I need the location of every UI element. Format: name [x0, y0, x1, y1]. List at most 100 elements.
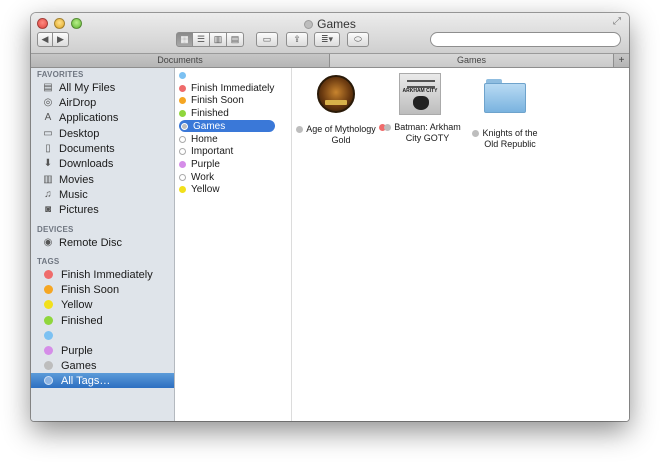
list-view-button[interactable]: ☰	[193, 32, 210, 47]
coverflow-view-button[interactable]: ▤	[227, 32, 244, 47]
sidebar-item-pictures[interactable]: ◙ Pictures	[31, 202, 174, 217]
tag-dot-icon	[181, 122, 188, 130]
file-name: Age of Mythology Gold	[294, 124, 378, 146]
sidebar-item-movies[interactable]: ▥ Movies	[31, 172, 174, 187]
icon-text: ARKHAM CITY	[402, 88, 438, 94]
sidebar-item-label: AirDrop	[59, 96, 97, 109]
column-item-label: Yellow	[191, 183, 220, 195]
column-item-finish-soon[interactable]: Finish Soon	[179, 94, 244, 106]
sidebar-item-label: Finish Immediately	[61, 268, 153, 281]
sidebar-item-label: Games	[61, 359, 97, 372]
column-item-finish-immediately[interactable]: Finish Immediately	[179, 82, 274, 94]
share-icon: ⇪	[293, 34, 301, 44]
column-view-button[interactable]: ▥	[210, 32, 227, 47]
new-tab-button[interactable]: +	[613, 54, 629, 67]
tag-dot-icon	[179, 71, 186, 79]
sidebar-item-label: Downloads	[59, 157, 114, 170]
column-item-work[interactable]: Work	[179, 171, 214, 183]
sidebar-item-applications[interactable]: A Applications	[31, 110, 174, 125]
tab-documents[interactable]: Documents	[31, 54, 330, 67]
arrange-button[interactable]: ≣▾	[314, 32, 340, 47]
column-item-important[interactable]: Important	[179, 145, 233, 157]
coverflow-icon: ▤	[230, 34, 240, 44]
file-item-batman-arkham-city[interactable]: ARKHAM CITY Batman: Arkham City GOTY	[378, 73, 462, 144]
sidebar-item-all-my-files[interactable]: ▤ All My Files	[31, 80, 174, 95]
sidebar-item-label: Documents	[59, 142, 115, 155]
folder-icon: ▭	[262, 34, 272, 44]
column-item-label: Home	[191, 133, 218, 145]
file-item-age-of-mythology[interactable]: Age of Mythology Gold	[294, 73, 378, 146]
sidebar-item-label: All My Files	[59, 81, 116, 94]
tag-dot-icon	[179, 84, 186, 92]
column-item-yellow[interactable]: Yellow	[179, 183, 220, 195]
file-name-line: Gold	[331, 135, 351, 145]
sidebar-tag-yellow[interactable]: Yellow	[31, 297, 174, 312]
search-input[interactable]	[430, 32, 621, 47]
tag-dot-icon	[179, 185, 186, 193]
sidebar-item-label: Purple	[61, 344, 93, 357]
tag-dot-icon	[179, 147, 186, 155]
window-title: Games	[31, 17, 629, 31]
tag-dot-icon	[44, 270, 53, 279]
tag-dot-icon	[179, 96, 186, 104]
sidebar-tag-purple[interactable]: Purple	[31, 343, 174, 358]
sidebar-item-documents[interactable]: ▯ Documents	[31, 141, 174, 156]
tag-dot-icon	[44, 316, 53, 325]
column-item-purple[interactable]: Purple	[179, 158, 220, 170]
sidebar-item-label: Music	[59, 188, 88, 201]
sidebar-item-downloads[interactable]: ⬇ Downloads	[31, 156, 174, 171]
tag-dot-icon	[296, 126, 304, 133]
tab-games[interactable]: Games	[330, 54, 613, 67]
columns-icon: ▥	[213, 34, 223, 44]
sidebar-tag-finish-soon[interactable]: Finish Soon	[31, 282, 174, 297]
sidebar-item-label: Remote Disc	[59, 236, 122, 249]
column-item-label: Finished	[191, 107, 229, 119]
column-item-label: Games	[193, 120, 226, 132]
sidebar-item-airdrop[interactable]: ◎ AirDrop	[31, 95, 174, 110]
sidebar-item-remote-disc[interactable]: ◉ Remote Disc	[31, 235, 174, 250]
downloads-icon: ⬇	[43, 158, 53, 169]
forward-button[interactable]: ▶	[53, 32, 69, 47]
file-name-line: Age of Mythology	[306, 124, 376, 134]
fullscreen-icon[interactable]: ⤢	[613, 17, 623, 27]
tag-dot-icon	[44, 346, 53, 355]
sidebar-tag-all-tags[interactable]: All Tags…	[31, 373, 174, 388]
sidebar-tag-finished[interactable]: Finished	[31, 313, 174, 328]
applications-icon: A	[44, 112, 52, 123]
window-title-text: Games	[317, 17, 356, 31]
file-area: Age of Mythology Gold ARKHAM CITY Batman:…	[292, 68, 629, 421]
tag-button[interactable]: ⬭	[347, 32, 369, 47]
sidebar-tag-finish-immediately[interactable]: Finish Immediately	[31, 267, 174, 282]
tag-dot-icon	[44, 376, 53, 385]
finder-window: Games ⤢ ◀ ▶ ▦ ☰ ▥ ▤ ▭ ⇪ ≣▾ ⬭ ⚲ Documents…	[31, 13, 629, 421]
sidebar-item-music[interactable]: ♫ Music	[31, 187, 174, 202]
file-name-line: Old Republic	[484, 139, 536, 149]
tags-column: Finish Immediately Finish Soon Finished …	[175, 68, 292, 421]
file-name: Batman: Arkham City GOTY	[378, 122, 462, 144]
sidebar-tag-blue[interactable]	[31, 328, 174, 343]
column-item-blue[interactable]	[179, 69, 191, 81]
column-item-label: Important	[191, 145, 234, 157]
new-folder-button[interactable]: ▭	[256, 32, 278, 47]
column-item-label: Work	[191, 171, 215, 183]
tag-dot-icon	[384, 124, 392, 131]
tag-dot-icon	[179, 173, 186, 181]
airdrop-icon: ◎	[43, 97, 53, 108]
batman-arkham-city-icon: ARKHAM CITY	[399, 73, 441, 115]
tag-icon	[304, 20, 314, 29]
column-item-finished[interactable]: Finished	[179, 107, 229, 119]
back-forward-control: ◀ ▶	[37, 32, 69, 47]
tag-dot-icon	[44, 331, 53, 340]
column-item-games[interactable]: Games	[179, 120, 275, 132]
sidebar-tag-games[interactable]: Games	[31, 358, 174, 373]
sidebar: FAVORITES ▤ All My Files ◎ AirDrop A Applic…	[31, 68, 175, 421]
folder-icon	[484, 79, 526, 121]
back-button[interactable]: ◀	[37, 32, 53, 47]
share-button[interactable]: ⇪	[286, 32, 308, 47]
tag-dot-icon	[179, 109, 186, 117]
column-item-home[interactable]: Home	[179, 133, 218, 145]
file-item-knights-of-the-old-republic[interactable]: Knights of the Old Republic	[463, 73, 547, 150]
sidebar-item-label: Movies	[59, 173, 94, 186]
icon-view-button[interactable]: ▦	[176, 32, 193, 47]
sidebar-item-desktop[interactable]: ▭ Desktop	[31, 126, 174, 141]
